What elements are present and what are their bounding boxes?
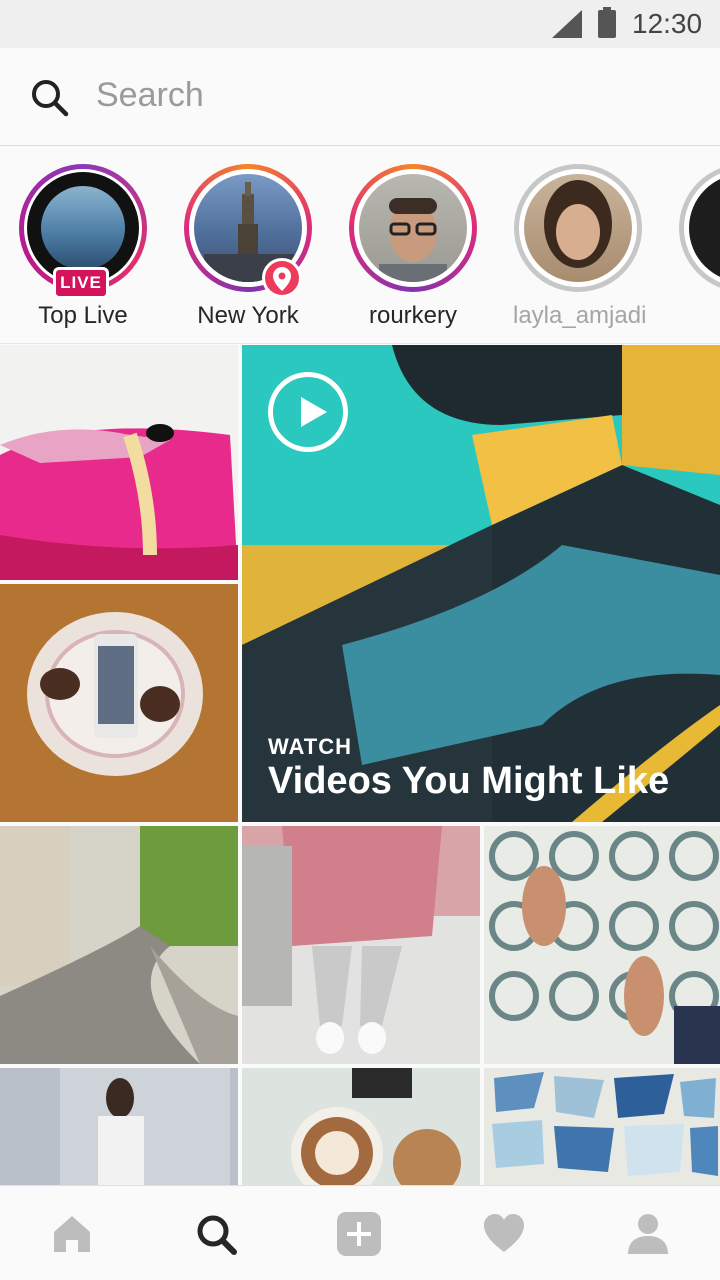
- story-label: Top Live: [38, 302, 128, 329]
- story-label: layla_amjadi: [513, 302, 647, 329]
- battery-icon: [598, 7, 616, 38]
- story-label: mo: [678, 302, 720, 330]
- featured-kicker: WATCH: [268, 734, 353, 759]
- live-badge: LIVE: [53, 267, 109, 299]
- location-pin-icon: [262, 258, 302, 298]
- avatar: [689, 174, 720, 282]
- avatar: [359, 174, 467, 282]
- grid-image[interactable]: [484, 826, 720, 1064]
- grid-image[interactable]: [242, 826, 480, 1064]
- story-label: rourkery: [368, 302, 458, 329]
- play-icon[interactable]: [268, 372, 348, 452]
- story-partial[interactable]: mo: [678, 164, 720, 330]
- story-layla-amjadi[interactable]: layla_amjadi: [513, 164, 647, 330]
- story-label: New York: [197, 302, 299, 329]
- avatar: [524, 174, 632, 282]
- grid-image[interactable]: [0, 345, 238, 580]
- grid-image[interactable]: [0, 826, 238, 1064]
- grid-image[interactable]: [484, 1068, 720, 1185]
- signal-icon: [552, 10, 582, 38]
- status-time: 12:30: [632, 8, 703, 39]
- featured-title: Videos You Might Like: [268, 760, 670, 802]
- status-bar: 12:30: [0, 0, 720, 48]
- story-new-york[interactable]: New York: [183, 164, 313, 330]
- bottom-nav: [0, 1185, 720, 1280]
- search-bar[interactable]: Search: [0, 48, 720, 146]
- search-input[interactable]: Search: [96, 76, 204, 115]
- grid-image[interactable]: [242, 1068, 480, 1185]
- explore-grid: WATCH Videos You Might Like: [0, 345, 720, 1185]
- add-icon[interactable]: [337, 1212, 381, 1256]
- grid-image[interactable]: [0, 584, 238, 822]
- search-icon: [32, 80, 69, 117]
- story-top-live[interactable]: LIVE Top Live: [18, 164, 148, 330]
- profile-icon[interactable]: [626, 1212, 670, 1256]
- story-rourkery[interactable]: rourkery: [348, 164, 478, 330]
- grid-image[interactable]: [0, 1068, 238, 1185]
- search-icon[interactable]: [194, 1212, 238, 1256]
- stories-row[interactable]: LIVE Top Live New York rourkery layla_am…: [0, 147, 720, 344]
- home-icon[interactable]: [50, 1212, 94, 1256]
- heart-icon[interactable]: [482, 1212, 526, 1256]
